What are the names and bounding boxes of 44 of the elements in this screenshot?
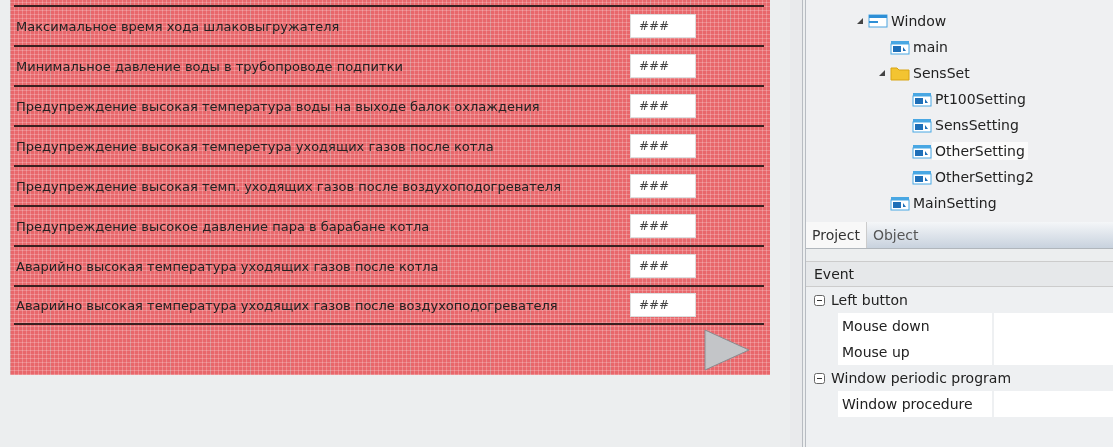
parameter-label: Минимальное давление воды в трубопроводе подпитки xyxy=(16,58,403,74)
tree-item[interactable]: SensSet xyxy=(910,64,973,82)
parameter-label: Аварийно высокая температура уходящих газов после воздухоподогревателя xyxy=(16,297,558,313)
value-field[interactable]: ### xyxy=(630,14,696,38)
event-group-label: Left button xyxy=(831,292,908,308)
parameter-label: Аварийно высокая температура уходящих газов после котла xyxy=(16,258,439,274)
event-name: Mouse up xyxy=(838,339,992,365)
expander-icon[interactable] xyxy=(878,69,886,77)
tree-item[interactable]: Window xyxy=(888,12,950,30)
value-field[interactable]: ### xyxy=(630,214,696,238)
parameter-label: Предупреждение высокая температура воды на выходе балок охлаждения xyxy=(16,98,540,114)
screen-icon xyxy=(912,117,932,133)
panel-tab[interactable]: Project xyxy=(806,222,867,248)
parameter-label: Максимальное время хода шлаковыгружателя xyxy=(16,18,340,34)
screen-icon xyxy=(912,91,932,107)
screen-icon xyxy=(890,195,910,211)
value-field[interactable]: ### xyxy=(630,54,696,78)
folder-icon xyxy=(890,65,910,81)
tree-item[interactable]: main xyxy=(910,38,951,56)
tree-item[interactable]: OtherSetting xyxy=(932,142,1028,160)
value-field[interactable]: ### xyxy=(630,293,696,317)
window-icon xyxy=(868,13,888,29)
tree-item[interactable]: OtherSetting2 xyxy=(932,168,1037,186)
screen-icon xyxy=(912,143,932,159)
parameter-label: Предупреждение высокая темперетура уходящих газов после котла xyxy=(16,138,494,154)
event-header: Event xyxy=(806,262,1113,287)
value-field[interactable]: ### xyxy=(630,134,696,158)
value-field[interactable]: ### xyxy=(630,174,696,198)
event-name: Window procedure xyxy=(838,391,992,417)
tree-item[interactable]: Pt100Setting xyxy=(932,90,1029,108)
panel-tab[interactable]: Object xyxy=(866,222,925,248)
expander-icon[interactable] xyxy=(856,17,864,25)
parameter-label: Предупреждение высокая темп. уходящих газов после воздухоподогревателя xyxy=(16,178,561,194)
collapse-icon[interactable] xyxy=(814,294,825,306)
screen-icon xyxy=(912,169,932,185)
value-field[interactable]: ### xyxy=(630,254,696,278)
tree-item[interactable]: SensSetting xyxy=(932,116,1022,134)
event-group-label: Window periodic program xyxy=(831,370,1012,386)
parameter-label: Предупреждение высокое давление пара в барабане котла xyxy=(16,218,430,234)
screen-icon xyxy=(890,39,910,55)
event-name: Mouse down xyxy=(838,313,992,339)
tree-item[interactable]: MainSetting xyxy=(910,194,1000,212)
value-field[interactable]: ### xyxy=(630,94,696,118)
collapse-icon[interactable] xyxy=(814,372,825,384)
